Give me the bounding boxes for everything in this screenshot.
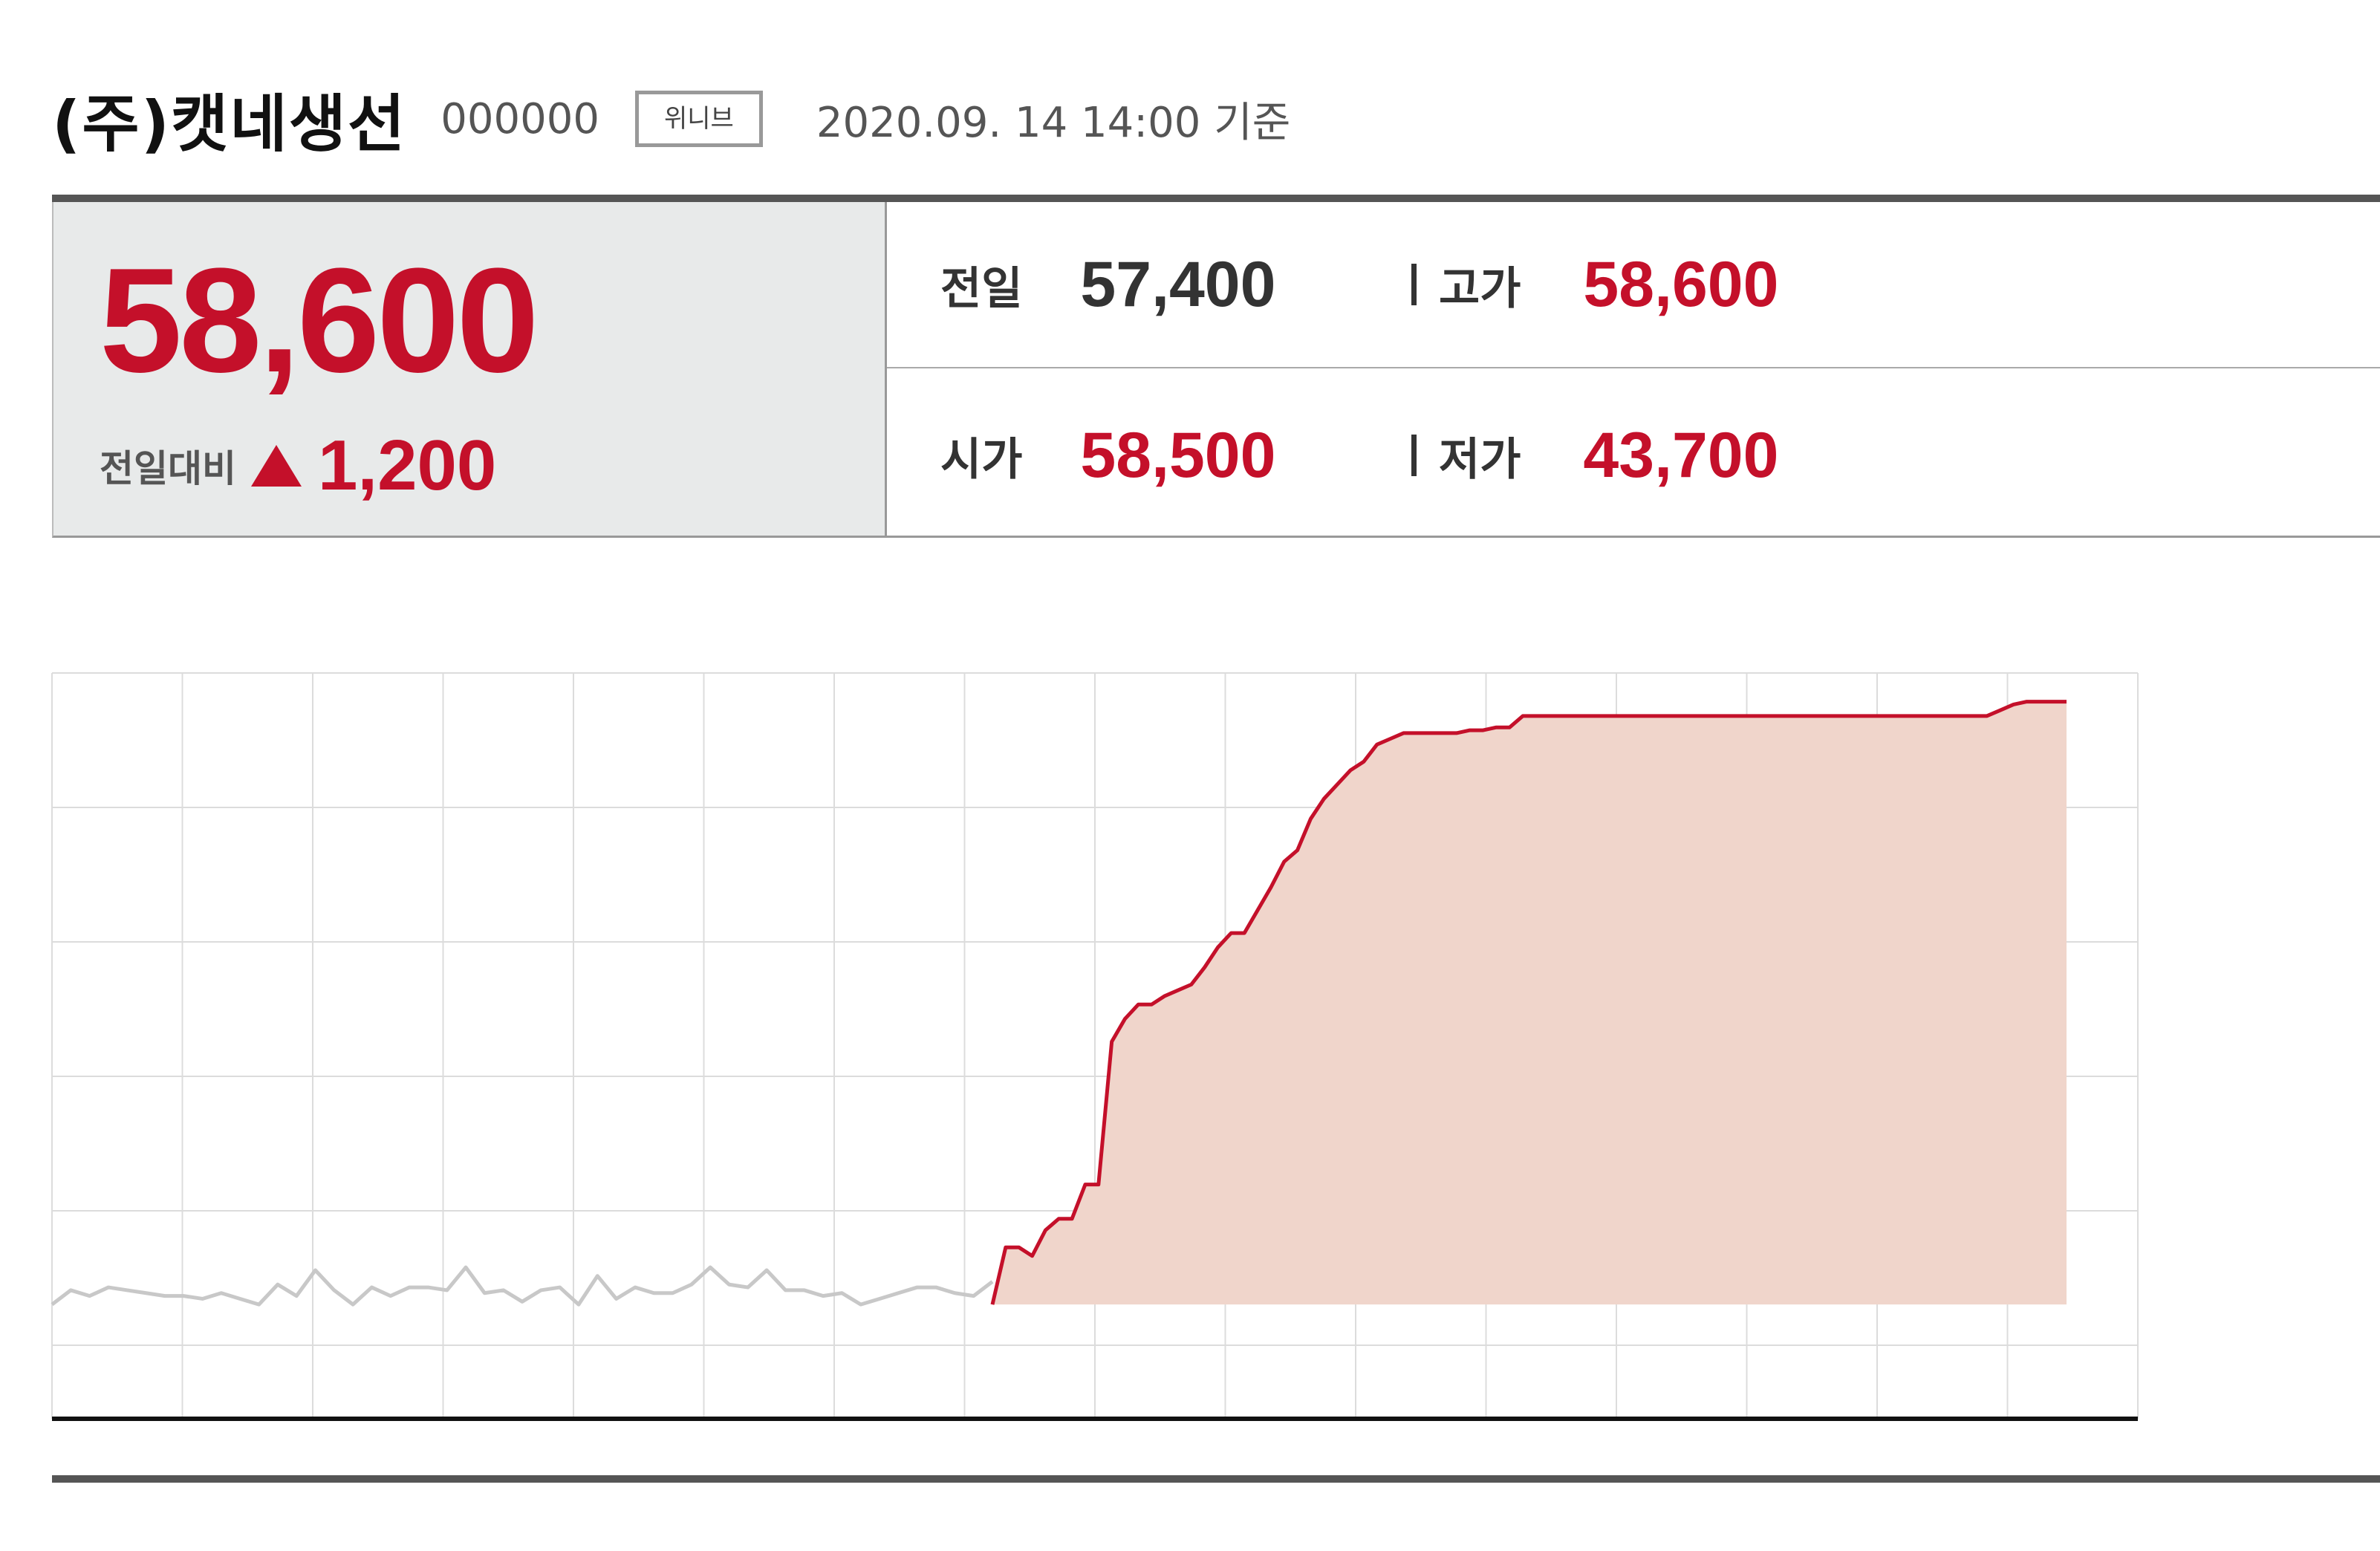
series-gray-line	[51, 1265, 994, 1307]
intraday-chart	[51, 672, 2139, 1421]
bottom-divider	[52, 1475, 2380, 1483]
